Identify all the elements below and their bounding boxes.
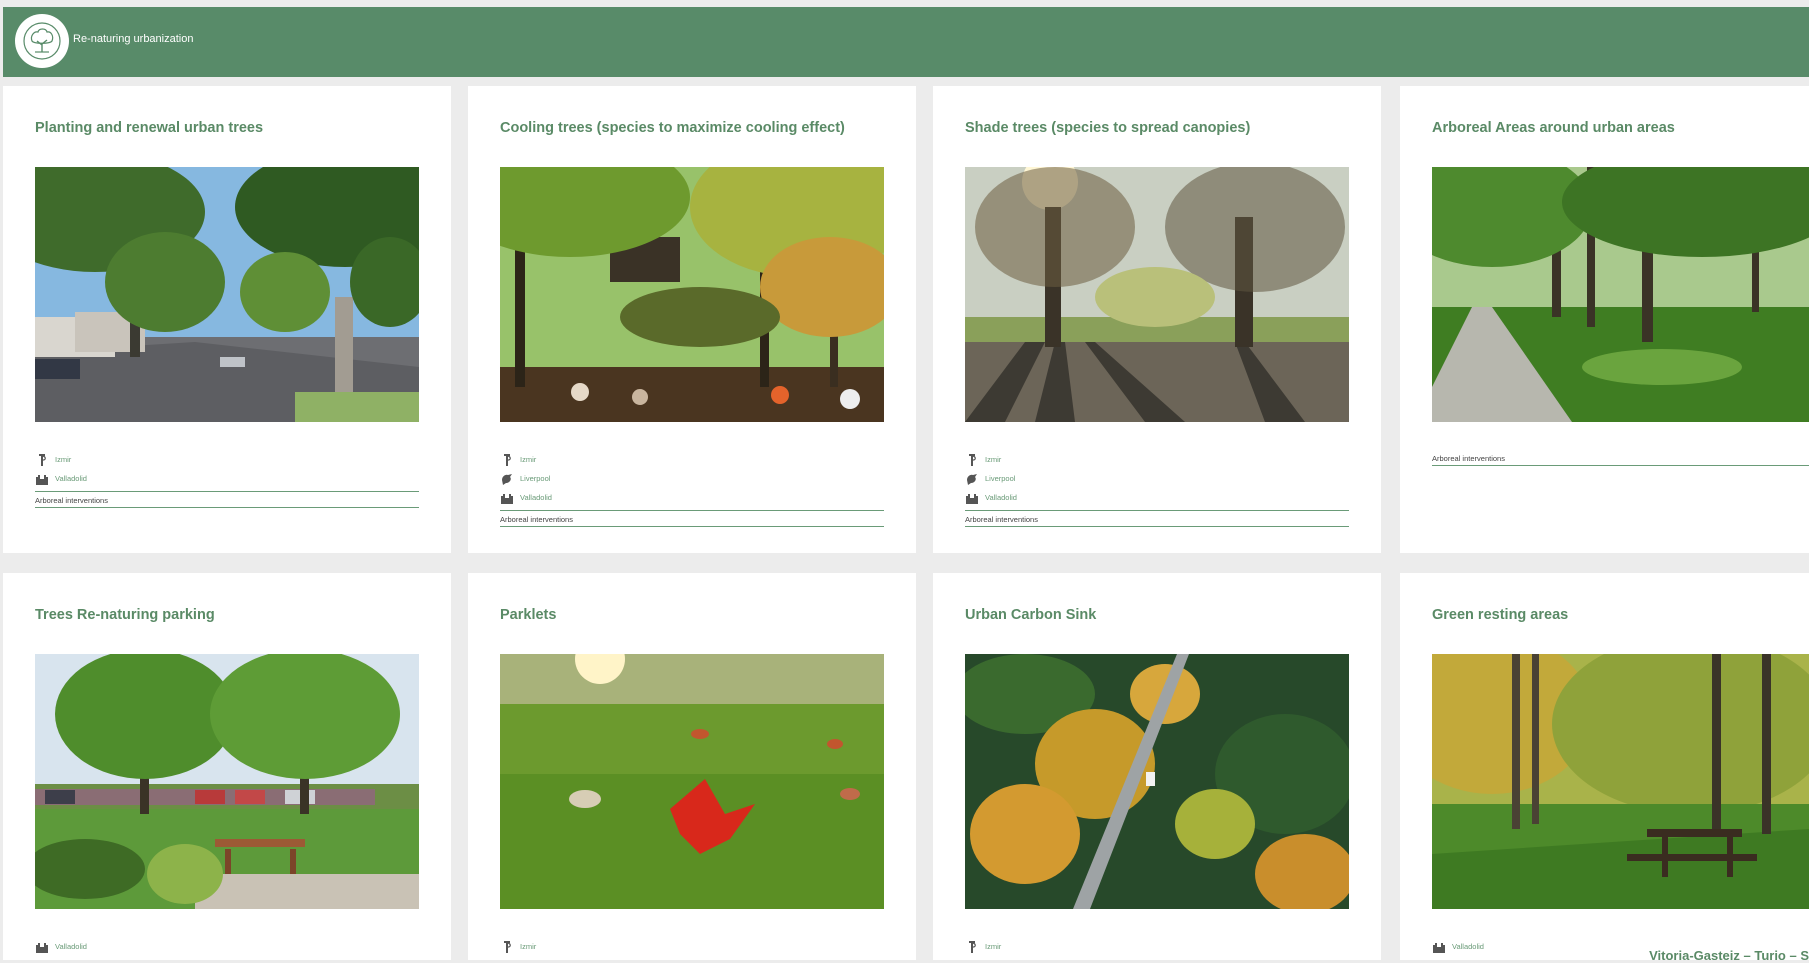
- city-row[interactable]: Liverpool: [500, 469, 884, 488]
- card-photo[interactable]: [500, 654, 884, 909]
- izmir-landmark-icon: [504, 940, 511, 953]
- card-title[interactable]: Cooling trees (species to maximize cooli…: [500, 120, 845, 136]
- divider: [965, 526, 1349, 527]
- card-title[interactable]: Parklets: [500, 607, 556, 623]
- card-planting-renewal-urban-trees[interactable]: Planting and renewal urban trees Izmir V…: [3, 86, 451, 553]
- city-row[interactable]: Izmir: [500, 937, 884, 956]
- card-meta: Izmir Liverpool Valladolid Arboreal inte…: [965, 450, 1349, 527]
- city-name: Valladolid: [1452, 942, 1484, 951]
- divider: [500, 526, 884, 527]
- app-header: Re-naturing urbanization: [3, 7, 1809, 77]
- card-photo[interactable]: [1432, 654, 1809, 909]
- card-green-resting-areas[interactable]: Green resting areas Valladolid: [1400, 573, 1809, 960]
- city-name: Valladolid: [55, 942, 87, 951]
- city-row[interactable]: Liverpool: [965, 469, 1349, 488]
- city-name: Valladolid: [985, 493, 1017, 502]
- liverpool-landmark-icon: [502, 473, 512, 485]
- card-title[interactable]: Urban Carbon Sink: [965, 607, 1096, 623]
- card-trees-renaturing-parking[interactable]: Trees Re-naturing parking Valladolid: [3, 573, 451, 960]
- card-meta: Izmir: [965, 937, 1349, 956]
- app-title: Re-naturing urbanization: [73, 33, 194, 45]
- city-row[interactable]: Valladolid: [965, 488, 1349, 507]
- city-name: Valladolid: [520, 493, 552, 502]
- city-name: Izmir: [520, 942, 537, 951]
- card-arboreal-areas[interactable]: Arboreal Areas around urban areas Arbore…: [1400, 86, 1809, 553]
- card-photo[interactable]: [500, 167, 884, 422]
- category-tag[interactable]: Arboreal interventions: [1432, 450, 1809, 465]
- card-title[interactable]: Green resting areas: [1432, 607, 1568, 623]
- valladolid-landmark-icon: [1433, 942, 1445, 953]
- izmir-landmark-icon: [969, 940, 976, 953]
- valladolid-landmark-icon: [36, 474, 48, 485]
- city-row[interactable]: Izmir: [35, 450, 419, 469]
- tree-logo-icon[interactable]: [15, 14, 69, 68]
- city-name: Izmir: [55, 455, 72, 464]
- card-title[interactable]: Trees Re-naturing parking: [35, 607, 215, 623]
- card-photo[interactable]: [35, 167, 419, 422]
- category-tag[interactable]: Arboreal interventions: [965, 511, 1349, 526]
- card-meta: Valladolid: [35, 937, 419, 956]
- city-name: Valladolid: [55, 474, 87, 483]
- footer-caption: Vitoria-Gasteiz – Turio – S: [1649, 948, 1809, 963]
- valladolid-landmark-icon: [501, 493, 513, 504]
- divider: [1432, 465, 1809, 466]
- city-name: Izmir: [985, 455, 1002, 464]
- card-cooling-trees[interactable]: Cooling trees (species to maximize cooli…: [468, 86, 916, 553]
- category-tag[interactable]: Arboreal interventions: [500, 511, 884, 526]
- izmir-landmark-icon: [504, 453, 511, 466]
- card-photo[interactable]: [35, 654, 419, 909]
- card-title[interactable]: Arboreal Areas around urban areas: [1432, 120, 1675, 136]
- city-name: Izmir: [520, 455, 537, 464]
- valladolid-landmark-icon: [966, 493, 978, 504]
- city-name: Liverpool: [520, 474, 551, 483]
- card-shade-trees[interactable]: Shade trees (species to spread canopies)…: [933, 86, 1381, 553]
- city-name: Izmir: [985, 942, 1002, 951]
- city-row[interactable]: Valladolid: [500, 488, 884, 507]
- card-meta: Izmir Liverpool Valladolid Arboreal inte…: [500, 450, 884, 527]
- izmir-landmark-icon: [39, 453, 46, 466]
- category-tag[interactable]: Arboreal interventions: [35, 492, 419, 507]
- card-title[interactable]: Planting and renewal urban trees: [35, 120, 263, 136]
- city-row[interactable]: Valladolid: [35, 937, 419, 956]
- city-row[interactable]: Valladolid: [35, 469, 419, 488]
- city-name: Liverpool: [985, 474, 1016, 483]
- liverpool-landmark-icon: [967, 473, 977, 485]
- izmir-landmark-icon: [969, 453, 976, 466]
- card-photo[interactable]: [965, 167, 1349, 422]
- city-row[interactable]: Izmir: [965, 450, 1349, 469]
- card-photo[interactable]: [1432, 167, 1809, 422]
- card-meta: Izmir: [500, 937, 884, 956]
- card-meta: Izmir Valladolid Arboreal interventions: [35, 450, 419, 508]
- card-title[interactable]: Shade trees (species to spread canopies): [965, 120, 1250, 136]
- card-parklets[interactable]: Parklets Izmir: [468, 573, 916, 960]
- card-meta: Arboreal interventions: [1432, 450, 1809, 466]
- valladolid-landmark-icon: [36, 942, 48, 953]
- city-row[interactable]: Izmir: [965, 937, 1349, 956]
- card-photo[interactable]: [965, 654, 1349, 909]
- card-urban-carbon-sink[interactable]: Urban Carbon Sink Izmir: [933, 573, 1381, 960]
- city-row[interactable]: Izmir: [500, 450, 884, 469]
- divider: [35, 507, 419, 508]
